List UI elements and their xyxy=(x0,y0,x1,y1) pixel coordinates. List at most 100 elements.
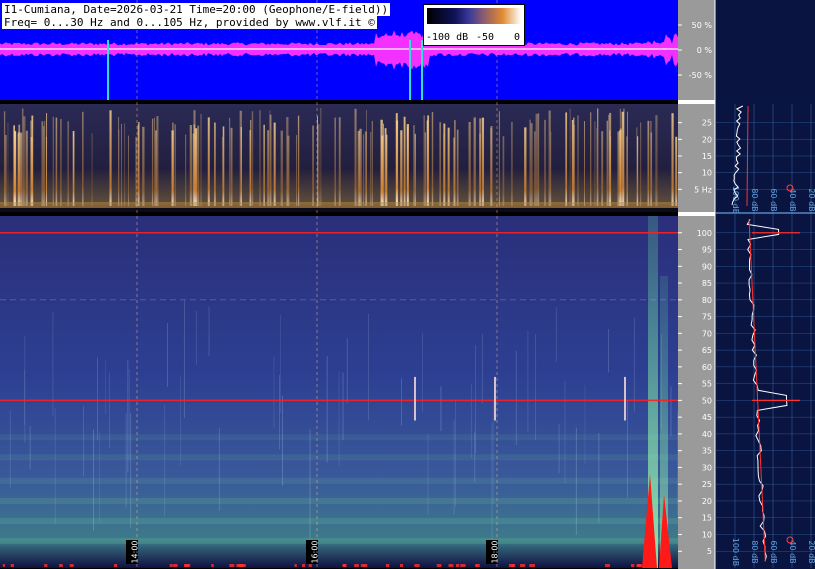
low-spectrogram-burst xyxy=(109,110,112,206)
low-spectrogram-burst xyxy=(91,133,93,206)
high-spectrogram-streak xyxy=(346,338,348,404)
high-spectrogram-streak xyxy=(474,431,476,483)
high-spectrogram-speck xyxy=(511,564,516,567)
high-tick-label: 35 xyxy=(702,447,712,456)
high-spectrogram-streak xyxy=(167,323,168,387)
profile-db-label: 100 dB xyxy=(731,186,740,214)
wave-tick-label: -50 % xyxy=(689,71,713,80)
low-spectrogram-burst xyxy=(640,122,642,206)
high-spectrogram-speck xyxy=(385,564,390,567)
low-tick-label: 20 xyxy=(702,135,712,144)
low-spectrogram-burst xyxy=(197,125,200,206)
low-spectrogram-burst xyxy=(584,121,585,206)
low-tick-label: 15 xyxy=(702,152,712,161)
profile-db-label: 40 dB xyxy=(788,540,797,563)
low-spectrogram-burst xyxy=(454,120,456,206)
low-spectrogram-burst xyxy=(395,113,398,206)
wave-tick-label: 0 % xyxy=(697,46,713,55)
low-spectrogram-burst xyxy=(606,120,609,206)
low-spectrogram-burst xyxy=(338,117,341,206)
profile-db-label: 20 dB xyxy=(807,188,815,211)
low-spectrogram-burst xyxy=(366,109,367,206)
low-spectrogram-burst xyxy=(67,121,70,206)
low-spectrogram-burst xyxy=(273,122,276,206)
high-spectrogram-speck xyxy=(10,564,14,567)
low-spectrogram-burst xyxy=(381,135,384,206)
low-spectrogram-burst xyxy=(3,111,6,206)
high-spectrogram-speck xyxy=(605,564,610,567)
high-spectrogram-streak xyxy=(208,306,210,357)
high-spectrogram-streak xyxy=(555,307,557,362)
low-spectrogram-burst xyxy=(286,117,289,206)
high-tick-label: 90 xyxy=(702,262,712,271)
high-spectrogram-speck xyxy=(520,564,526,567)
high-spectrogram-speck xyxy=(363,564,368,567)
high-spectrogram-streak xyxy=(633,317,635,412)
low-spectrogram-burst xyxy=(23,116,26,206)
high-spectrogram-streak xyxy=(279,374,280,450)
high-spectrogram-streak xyxy=(128,369,130,460)
high-spectrogram-streak xyxy=(481,333,483,404)
low-spectrogram-burst xyxy=(230,127,233,206)
high-spectrogram-streak xyxy=(97,357,98,441)
low-spectrogram-burst xyxy=(530,123,533,206)
low-spectrogram-burst xyxy=(479,133,481,206)
low-spectrogram-burst xyxy=(357,130,360,206)
low-spectrogram-burst xyxy=(194,128,198,206)
profile-db-label: 80 dB xyxy=(750,540,759,563)
high-spectrogram-speck xyxy=(113,564,118,567)
high-tick-label: 25 xyxy=(702,480,712,489)
low-spectrogram-burst xyxy=(447,127,450,206)
high-spectrogram-speck xyxy=(354,564,359,567)
low-spectrogram-burst xyxy=(601,131,604,206)
low-spectrogram-burst xyxy=(456,129,459,206)
high-spectrogram-streak xyxy=(326,355,328,463)
high-spectrogram-speck xyxy=(69,564,74,567)
high-spectrogram-streak xyxy=(282,395,283,486)
low-spectrogram-burst xyxy=(468,122,471,206)
high-spectrogram-streak xyxy=(127,359,129,473)
wave-tick-label: 50 % xyxy=(692,21,713,30)
low-spectrogram-burst xyxy=(384,128,387,206)
high-spectrogram-speck xyxy=(399,564,404,567)
low-spectrogram-burst xyxy=(151,118,153,206)
low-spectrogram-burst xyxy=(534,131,536,206)
low-spectrogram-burst xyxy=(43,126,45,206)
high-spectrogram-streak xyxy=(453,419,455,515)
high-spectrogram-streak xyxy=(470,383,472,458)
high-spectrogram-speck xyxy=(529,564,535,567)
low-spectrogram-burst xyxy=(573,117,575,206)
high-spectrogram-streak xyxy=(273,356,275,429)
profile-db-label: 80 dB xyxy=(750,188,759,211)
low-spectrogram-burst xyxy=(280,130,283,206)
high-spectrogram-streak xyxy=(401,378,402,426)
low-spectrogram-burst xyxy=(414,133,416,206)
high-spectrogram-streak xyxy=(338,371,340,467)
low-spectrogram-burst xyxy=(18,124,21,206)
low-tick-label: 10 xyxy=(702,169,712,178)
high-spectrogram-speck xyxy=(294,564,297,567)
profile-background xyxy=(715,0,815,569)
profile-db-label: 60 dB xyxy=(769,188,778,211)
high-spectrogram-streak xyxy=(83,405,84,477)
high-spectrogram-streak xyxy=(598,432,600,524)
low-spectrogram-burst xyxy=(354,108,357,206)
low-spectrogram-burst xyxy=(45,136,47,206)
low-spectrogram-burst xyxy=(120,123,122,206)
low-spectrogram-burst xyxy=(524,127,527,206)
scale-separator xyxy=(678,100,715,104)
legend-label-mid: -50 xyxy=(476,32,495,43)
high-tick-label: 85 xyxy=(702,279,712,288)
high-spectrogram-streak xyxy=(427,433,429,515)
low-spectrogram-burst xyxy=(637,136,639,206)
high-tick-label: 75 xyxy=(702,313,712,322)
low-spectrogram-burst xyxy=(569,108,571,206)
low-spectrogram-burst xyxy=(207,117,210,206)
low-spectrogram-burst xyxy=(535,113,538,206)
low-spectrogram-burst xyxy=(142,126,145,206)
chart-title: I1-Cumiana, Date=2026-03-21 Time=20:00 (… xyxy=(2,3,391,16)
high-spectrogram-streak xyxy=(29,426,31,469)
low-spectrogram-burst xyxy=(406,124,409,206)
high-tick-label: 100 xyxy=(697,229,712,238)
low-spectrogram-burst xyxy=(185,134,187,206)
